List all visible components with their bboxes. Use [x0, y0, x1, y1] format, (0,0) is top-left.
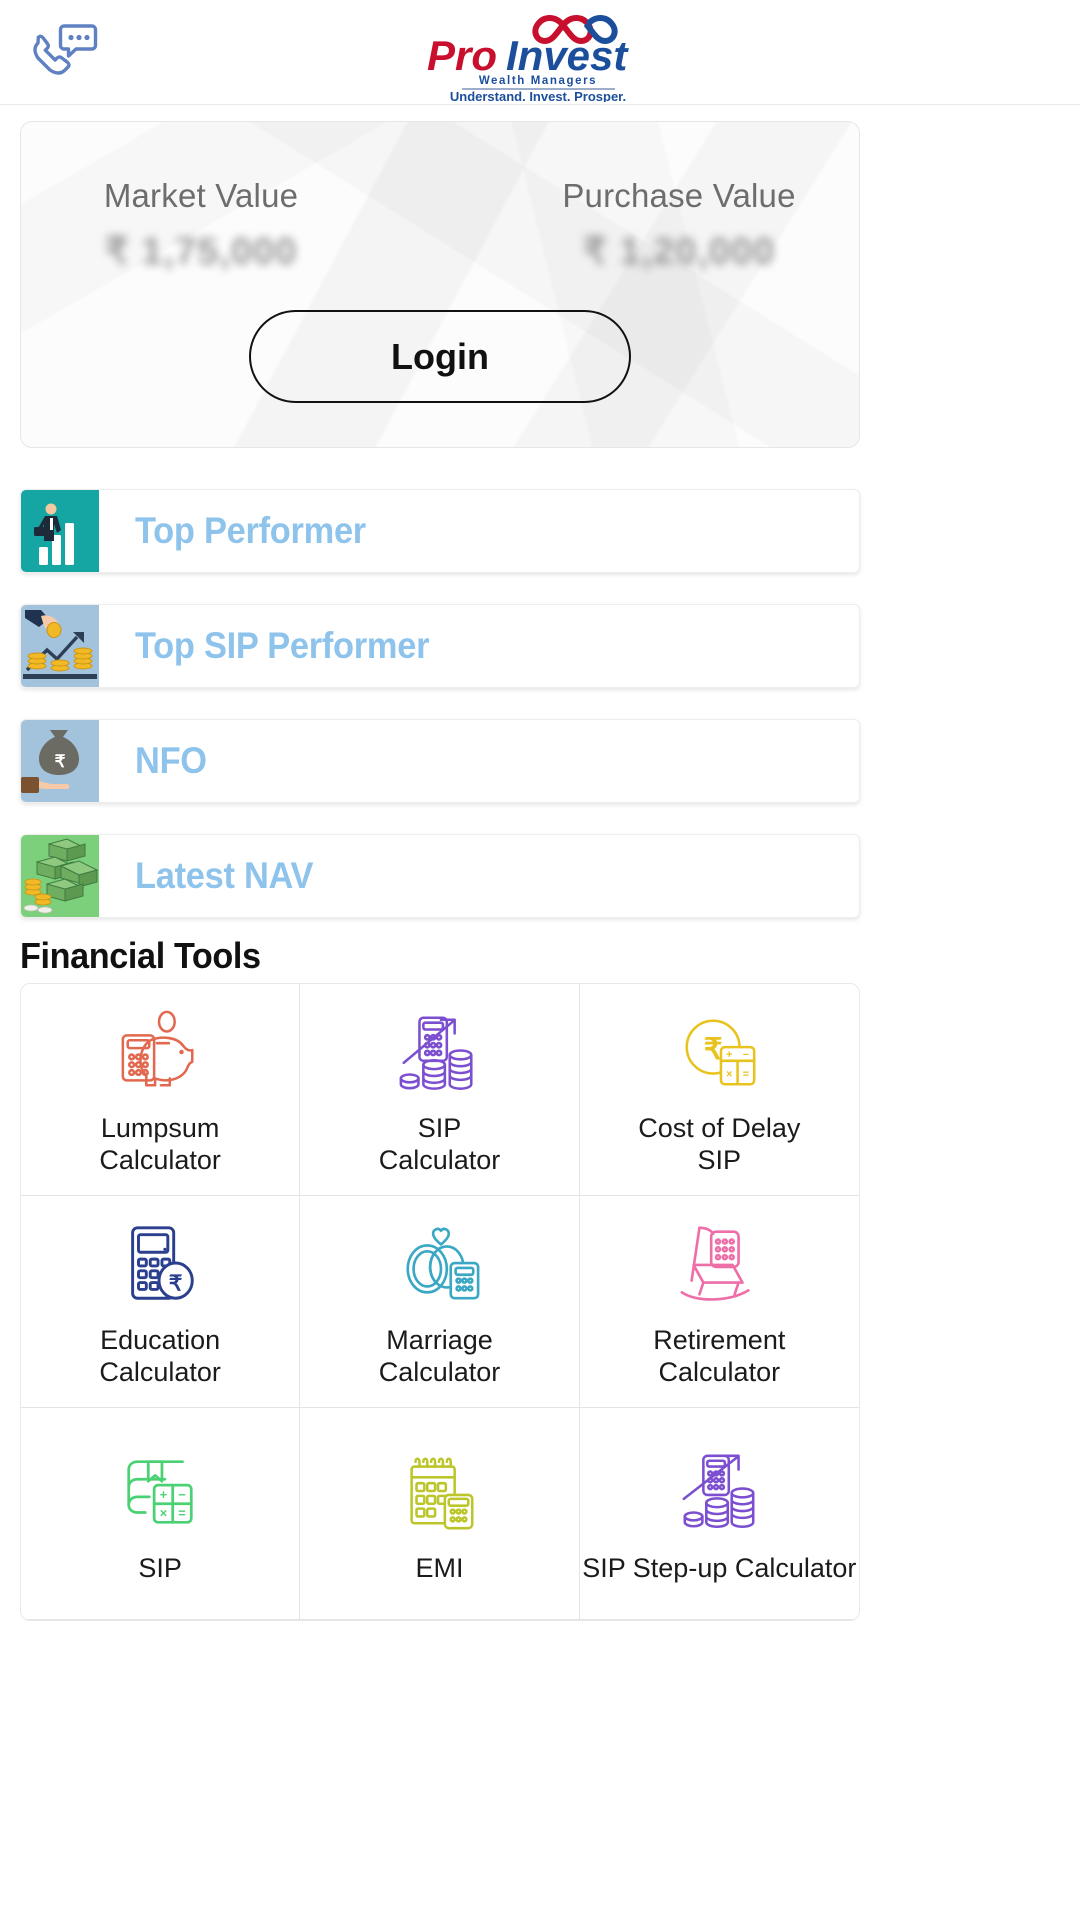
- phone-chat-icon[interactable]: [20, 16, 100, 88]
- nav-card-top-performer[interactable]: Top Performer: [20, 489, 860, 573]
- tool-label-line1: Retirement: [653, 1324, 786, 1355]
- svg-text:+: +: [726, 1049, 732, 1061]
- svg-text:−: −: [743, 1049, 749, 1061]
- svg-text:+: +: [160, 1486, 167, 1501]
- financial-tools-heading: Financial Tools: [20, 935, 261, 976]
- tool-label-line1: Education: [100, 1324, 221, 1355]
- tool-cost-of-delay-sip[interactable]: ₹ + − × = Cost of Delay SIP: [579, 984, 859, 1196]
- svg-text:−: −: [178, 1486, 185, 1501]
- tool-education-calculator[interactable]: ₹ Education Calculator: [21, 1196, 301, 1408]
- tool-label-line2: Calculator: [378, 1356, 501, 1387]
- purchase-value-label: Purchase Value: [562, 177, 796, 214]
- tool-label-line1: Lumpsum: [100, 1112, 220, 1143]
- emi-calendar-calculator-icon: [390, 1447, 488, 1537]
- education-calculator-icon: ₹: [111, 1219, 209, 1309]
- tool-label-line1: Marriage: [386, 1324, 493, 1355]
- svg-text:₹: ₹: [704, 1032, 723, 1065]
- tool-label-line1: SIP: [417, 1112, 462, 1143]
- tool-label-line1: SIP Step-up Calculator: [582, 1552, 857, 1583]
- tool-label-line2: Calculator: [99, 1356, 221, 1387]
- tool-retirement-calculator[interactable]: Retirement Calculator: [579, 1196, 859, 1408]
- logo-pro-text: Pro: [427, 32, 497, 79]
- tool-label-line1: SIP: [138, 1552, 182, 1583]
- piggy-bank-calculator-icon: [111, 1007, 209, 1097]
- svg-text:×: ×: [160, 1505, 167, 1520]
- purchase-value-block: Purchase Value ₹ 1,20,000: [509, 177, 849, 274]
- nav-card-label: Top Performer: [135, 510, 366, 551]
- app-header: Pro Invest Wealth Managers Understand. I…: [0, 0, 1080, 105]
- nav-card-nfo[interactable]: ₹ NFO: [20, 719, 860, 803]
- rupee-coin-calculator-icon: ₹ + − × =: [670, 1007, 768, 1097]
- svg-text:=: =: [743, 1068, 749, 1080]
- market-value-label: Market Value: [103, 177, 299, 214]
- sip-stepup-icon: [670, 1447, 768, 1537]
- sip-coins-calculator-icon: [390, 1007, 488, 1097]
- svg-text:×: ×: [726, 1068, 732, 1080]
- logo-invest-text: Invest: [506, 32, 629, 79]
- tool-label-line2: SIP: [697, 1144, 742, 1175]
- tool-marriage-calculator[interactable]: Marriage Calculator: [300, 1196, 580, 1408]
- cash-stacks-icon: [21, 835, 99, 917]
- tool-label-line2: Calculator: [99, 1144, 221, 1175]
- financial-tools-grid: Lumpsum Calculator SIP Calculator ₹ + − …: [20, 983, 860, 1621]
- svg-text:=: =: [178, 1505, 185, 1520]
- logo-subtitle: Wealth Managers: [479, 75, 597, 87]
- book-calculator-icon: + − × =: [111, 1447, 209, 1537]
- hand-coin-chart-icon: [21, 605, 99, 687]
- tool-sip[interactable]: + − × = SIP: [21, 1408, 301, 1620]
- wedding-rings-calculator-icon: [390, 1219, 488, 1309]
- tool-label-line1: Cost of Delay: [638, 1112, 801, 1143]
- tool-label-line2: Calculator: [658, 1356, 781, 1387]
- logo-tagline: Understand. Invest. Prosper.: [450, 89, 626, 102]
- market-value-block: Market Value ₹ 1,75,000: [31, 177, 371, 274]
- portfolio-summary-card: Market Value ₹ 1,75,000 Purchase Value ₹…: [20, 121, 860, 448]
- money-bag-hand-icon: ₹: [21, 720, 99, 802]
- svg-text:₹: ₹: [55, 752, 66, 771]
- rocking-chair-icon: [670, 1219, 768, 1309]
- tool-sip-stepup-calculator[interactable]: SIP Step-up Calculator: [579, 1408, 859, 1620]
- proinvest-logo: Pro Invest Wealth Managers Understand. I…: [410, 4, 670, 102]
- tool-lumpsum-calculator[interactable]: Lumpsum Calculator: [21, 984, 301, 1196]
- tool-label-line2: Calculator: [378, 1144, 501, 1175]
- svg-text:₹: ₹: [169, 1271, 183, 1295]
- nav-card-label: NFO: [135, 740, 207, 781]
- nav-card-label: Latest NAV: [135, 855, 314, 896]
- login-button[interactable]: Login: [249, 310, 631, 403]
- nav-card-top-sip-performer[interactable]: Top SIP Performer: [20, 604, 860, 688]
- nav-card-label: Top SIP Performer: [135, 625, 430, 666]
- businessman-growth-icon: [21, 490, 99, 572]
- market-value-amount: ₹ 1,75,000: [104, 231, 298, 273]
- nav-card-latest-nav[interactable]: Latest NAV: [20, 834, 860, 918]
- tool-emi[interactable]: EMI: [300, 1408, 580, 1620]
- tool-sip-calculator[interactable]: SIP Calculator: [300, 984, 580, 1196]
- purchase-value-amount: ₹ 1,20,000: [582, 231, 776, 273]
- tool-label-line1: EMI: [415, 1552, 464, 1583]
